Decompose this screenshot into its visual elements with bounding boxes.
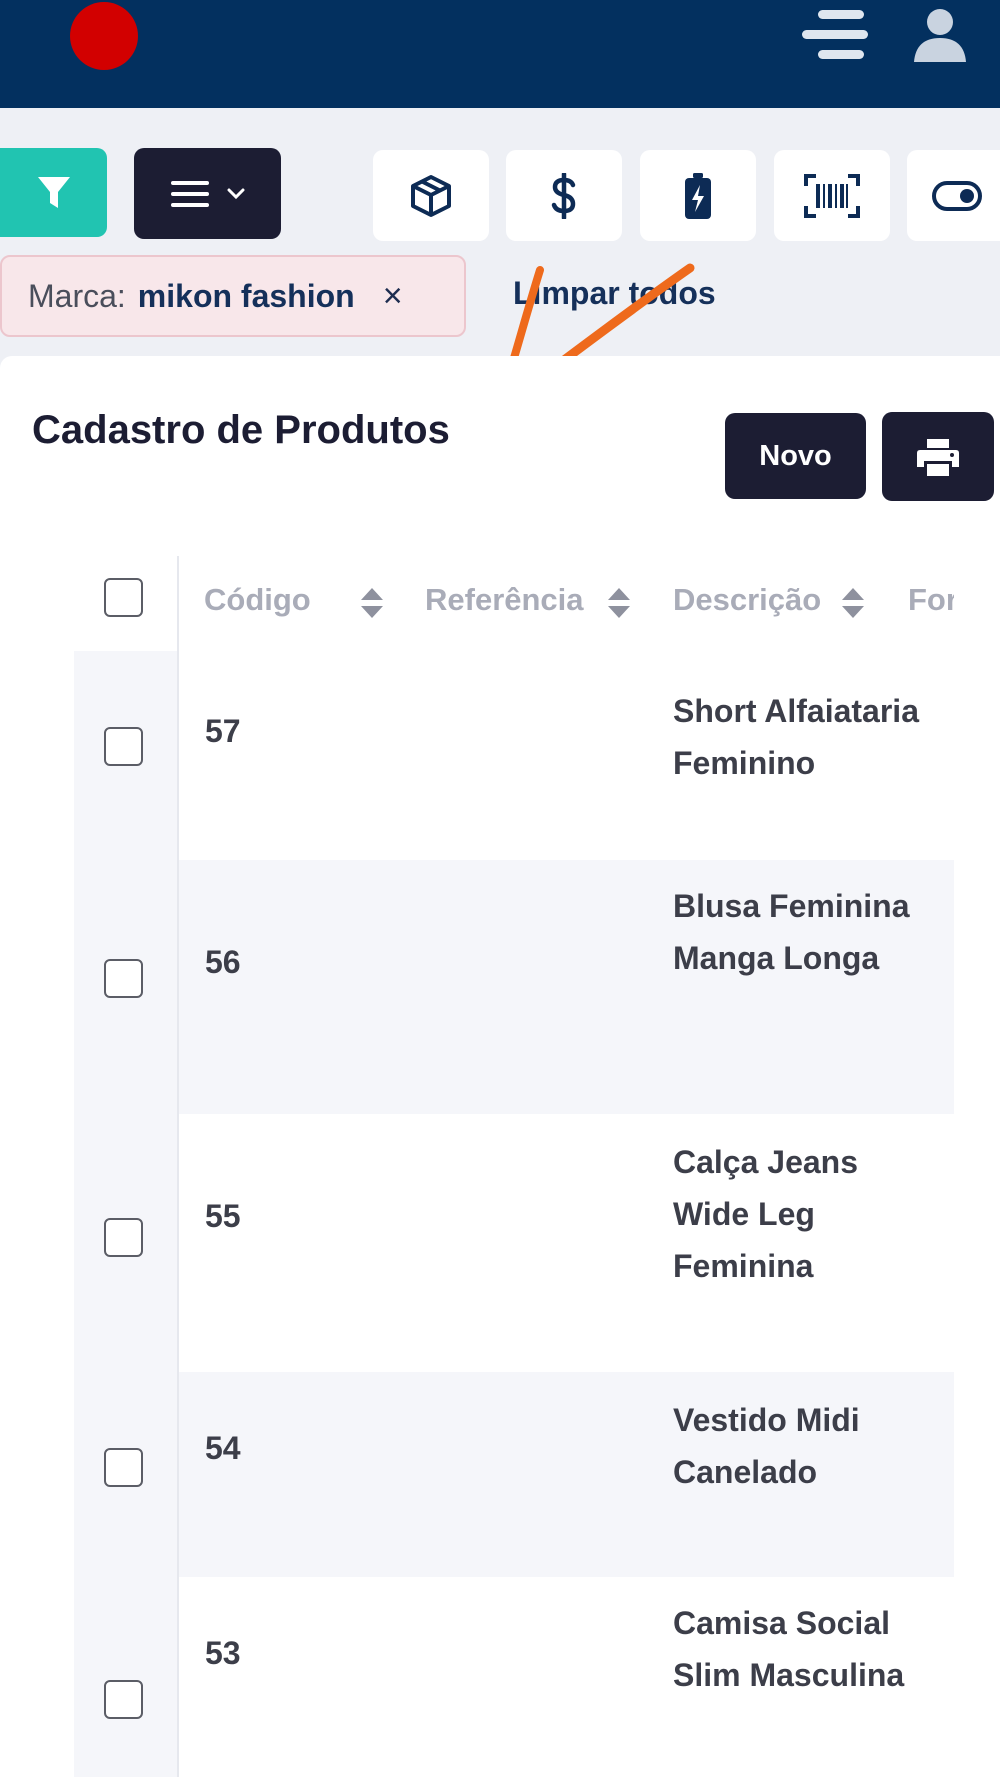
stock-button[interactable]	[640, 150, 756, 241]
list-menu-icon	[170, 180, 209, 207]
row-checkbox[interactable]	[104, 1448, 143, 1487]
active-filters: Marca: mikon fashion × Limpar todos	[0, 255, 1000, 339]
filter-icon	[37, 176, 70, 208]
close-icon[interactable]: ×	[383, 277, 403, 316]
barcode-button[interactable]	[774, 150, 890, 241]
row-checkbox[interactable]	[104, 1680, 143, 1719]
record-dot	[70, 2, 138, 70]
toolbar	[0, 148, 1000, 241]
filter-chip-marca: Marca: mikon fashion ×	[0, 255, 466, 337]
battery-icon	[685, 172, 711, 219]
toggle-icon	[932, 180, 982, 211]
table-row[interactable]: 56 Blusa Feminina Manga Longa	[179, 860, 954, 1114]
table-row[interactable]: 57 Short Alfaiataria Feminino	[179, 651, 954, 860]
column-divider	[177, 556, 179, 1777]
column-header-fornecedor[interactable]: For	[908, 582, 954, 618]
product-description: Blusa Feminina Manga Longa	[673, 888, 910, 976]
list-menu-button[interactable]	[134, 148, 281, 239]
menu-icon[interactable]	[802, 10, 868, 60]
status-toggle-button[interactable]	[907, 150, 1000, 241]
product-code: 57	[205, 713, 241, 749]
column-header-codigo[interactable]: Código	[204, 582, 311, 618]
barcode-icon	[804, 173, 860, 218]
row-checkbox[interactable]	[104, 1218, 143, 1257]
new-product-button[interactable]: Novo	[725, 413, 866, 499]
chevron-down-icon	[227, 188, 244, 199]
column-header-referencia[interactable]: Referência	[425, 582, 584, 618]
product-code: 55	[205, 1198, 241, 1234]
products-button[interactable]	[373, 150, 489, 241]
sort-icon[interactable]	[840, 586, 866, 620]
sort-icon[interactable]	[606, 586, 632, 620]
product-description: Short Alfaiataria Feminino	[673, 693, 919, 781]
products-card: Cadastro de Produtos Novo Código Referên…	[0, 356, 1000, 1777]
select-all-checkbox[interactable]	[104, 578, 143, 617]
filter-chip-value: mikon fashion	[137, 277, 355, 314]
table-row[interactable]: 55 Calça Jeans Wide Leg Feminina	[179, 1114, 954, 1372]
product-code: 56	[205, 944, 241, 980]
prices-button[interactable]	[506, 150, 622, 241]
filter-chip-label: Marca:	[28, 277, 126, 314]
print-button[interactable]	[882, 412, 994, 501]
checkbox-column	[74, 651, 178, 1777]
app-header	[0, 0, 1000, 108]
product-description: Vestido Midi Canelado	[673, 1402, 860, 1490]
table-row[interactable]: 53 Camisa Social Slim Masculina	[179, 1577, 954, 1777]
sort-icon[interactable]	[359, 586, 385, 620]
row-checkbox[interactable]	[104, 959, 143, 998]
product-code: 54	[205, 1430, 241, 1466]
filter-button[interactable]	[0, 148, 107, 237]
product-code: 53	[205, 1635, 241, 1671]
table-row[interactable]: 54 Vestido Midi Canelado	[179, 1372, 954, 1577]
page-title: Cadastro de Produtos	[32, 408, 450, 452]
dollar-icon	[551, 172, 576, 219]
products-table: Código Referência Descrição For 57 Short…	[74, 556, 954, 1777]
row-checkbox[interactable]	[104, 727, 143, 766]
product-description: Camisa Social Slim Masculina	[673, 1605, 905, 1693]
printer-icon	[917, 438, 959, 476]
clear-all-filters-link[interactable]: Limpar todos	[513, 275, 716, 312]
box-icon	[411, 174, 451, 217]
column-header-descricao[interactable]: Descrição	[673, 582, 821, 618]
user-icon[interactable]	[912, 8, 968, 62]
product-description: Calça Jeans Wide Leg Feminina	[673, 1144, 859, 1284]
